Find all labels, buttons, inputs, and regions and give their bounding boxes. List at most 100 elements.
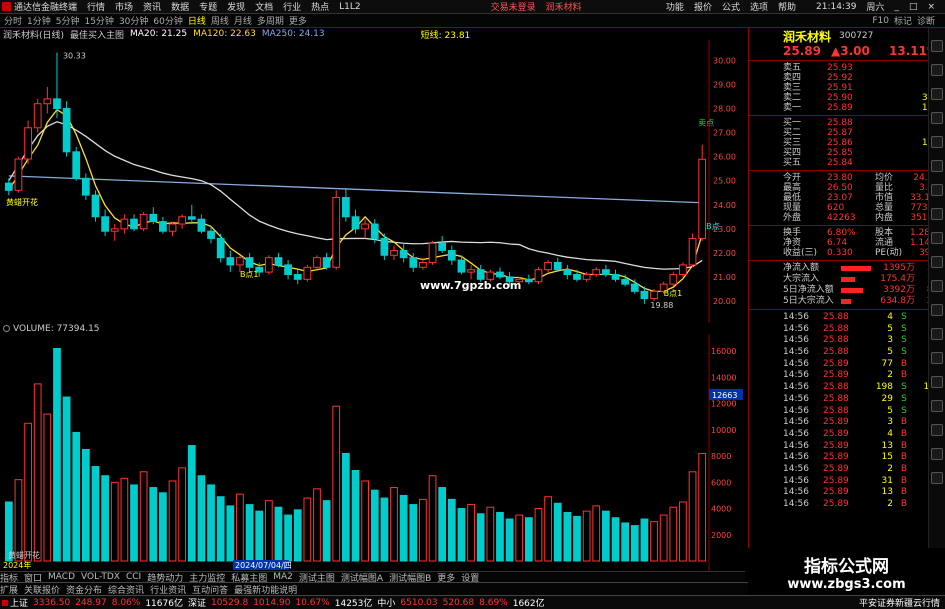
menu-item[interactable]: 行情 (87, 0, 105, 13)
candle[interactable] (669, 272, 678, 287)
candle[interactable] (43, 86, 52, 114)
bottom-tab[interactable]: 关联报价 (24, 583, 60, 596)
candle[interactable] (534, 267, 543, 285)
candle[interactable] (187, 204, 196, 224)
minimize-icon[interactable]: _ (894, 2, 899, 12)
period-tab[interactable]: 30分钟 (119, 14, 148, 27)
candle[interactable] (322, 252, 331, 270)
bottom-tab[interactable]: 资金分布 (66, 583, 102, 596)
right-menu-item[interactable]: 报价 (694, 0, 712, 13)
candle[interactable] (120, 214, 129, 234)
volume-bar[interactable] (621, 522, 630, 562)
order-book-row[interactable]: 卖四25.9216 (749, 73, 945, 83)
volume-bar[interactable] (187, 445, 196, 562)
sidebar-tool-icon[interactable] (931, 136, 943, 148)
volume-bar[interactable] (245, 504, 254, 562)
indicator-tab[interactable]: VOL-TDX (81, 572, 120, 582)
candle[interactable] (110, 224, 119, 241)
volume-bar[interactable] (399, 494, 408, 562)
candle[interactable] (274, 252, 283, 268)
sidebar-tool-icon[interactable] (931, 352, 943, 364)
volume-bar[interactable] (419, 498, 427, 562)
sidebar-tool-icon[interactable] (931, 280, 943, 292)
volume-bar[interactable] (226, 505, 235, 562)
menu-item[interactable]: L1L2 (339, 2, 360, 12)
sidebar-tool-icon[interactable] (931, 328, 943, 340)
volume-bar[interactable] (380, 497, 389, 562)
volume-bar[interactable] (274, 506, 283, 562)
menu-item[interactable]: 行业 (283, 0, 301, 13)
candle[interactable] (101, 209, 109, 237)
login-status[interactable]: 交易未登录 (491, 0, 536, 13)
order-book-row[interactable]: 买二25.8721 (749, 128, 945, 138)
order-book-row[interactable]: 卖二25.90333 (749, 93, 945, 103)
menu-item[interactable]: 资讯 (143, 0, 161, 13)
candle[interactable] (245, 252, 254, 270)
sidebar-tool-icon[interactable] (931, 40, 943, 52)
candle[interactable] (679, 262, 687, 277)
volume-bar[interactable] (43, 413, 52, 562)
candle[interactable] (130, 214, 138, 232)
tick-list[interactable]: 14:5625.884S214:5625.885S114:5625.883S21… (749, 312, 945, 511)
sidebar-tool-icon[interactable] (931, 184, 943, 196)
right-menu-item[interactable]: 公式 (722, 0, 740, 13)
candle[interactable] (178, 214, 187, 229)
volume-chart[interactable]: 16000 14000 12000 10000 8000 6000 4000 2000 1266… (0, 334, 745, 571)
volume-bar[interactable] (486, 506, 495, 562)
candle[interactable] (698, 144, 707, 241)
volume-bar[interactable] (91, 466, 100, 562)
period-tab[interactable]: 日线 (188, 14, 206, 27)
volume-bar[interactable] (679, 501, 687, 562)
sidebar-tool-icon[interactable] (931, 376, 943, 388)
volume-bar[interactable] (659, 514, 668, 562)
candle[interactable] (293, 269, 302, 285)
sidebar-tool-icon[interactable] (931, 160, 943, 172)
candle[interactable] (332, 190, 341, 270)
indicator-tab[interactable]: CCI (126, 572, 141, 582)
period-tab[interactable]: 分时 (4, 14, 22, 27)
maximize-icon[interactable]: □ (909, 2, 918, 12)
candle[interactable] (524, 274, 533, 285)
order-book-row[interactable]: 买五25.8416 (749, 158, 945, 168)
volume-bar[interactable] (563, 511, 572, 562)
indicator-tab[interactable]: MACD (48, 572, 75, 582)
candle[interactable] (91, 190, 100, 222)
volume-bar[interactable] (14, 479, 23, 562)
indicator-name[interactable]: 最佳买入主图 (70, 28, 124, 41)
sidebar-tool-icon[interactable] (931, 232, 943, 244)
candle[interactable] (159, 216, 167, 234)
candle[interactable] (688, 233, 697, 268)
menu-item[interactable]: 数据 (171, 0, 189, 13)
volume-bar[interactable] (669, 506, 678, 562)
bottom-tab[interactable]: 综合资讯 (108, 583, 144, 596)
volume-bar[interactable] (24, 422, 32, 562)
candle[interactable] (303, 264, 312, 282)
volume-bar[interactable] (592, 505, 601, 562)
candle[interactable] (139, 211, 148, 232)
volume-bar[interactable] (341, 452, 350, 562)
volume-bar[interactable] (351, 469, 360, 562)
volume-bar[interactable] (110, 481, 119, 562)
sidebar-tool-icon[interactable] (931, 256, 943, 268)
sz-index-label[interactable]: 深证 (188, 596, 206, 609)
order-book-row[interactable]: 买三25.86138 (749, 138, 945, 148)
order-book-row[interactable]: 卖三25.9120 (749, 83, 945, 93)
candle[interactable] (4, 178, 13, 196)
volume-bar[interactable] (236, 493, 244, 562)
menu-item[interactable]: 发现 (227, 0, 245, 13)
volume-bar[interactable] (101, 475, 109, 562)
volume-bar[interactable] (428, 475, 437, 562)
sidebar-tool-icon[interactable] (931, 112, 943, 124)
period-tab[interactable]: 更多 (289, 14, 307, 27)
candle[interactable] (168, 221, 177, 237)
volume-bar[interactable] (505, 518, 514, 562)
candle[interactable] (53, 52, 61, 119)
sidebar-tool-icon[interactable] (931, 400, 943, 412)
volume-bar[interactable] (120, 477, 129, 562)
volume-bar[interactable] (322, 500, 331, 562)
volume-bar[interactable] (640, 518, 649, 562)
right-menu-item[interactable]: 功能 (666, 0, 684, 13)
volume-bar[interactable] (390, 487, 398, 562)
candle[interactable] (14, 156, 23, 193)
volume-bar[interactable] (168, 480, 177, 562)
